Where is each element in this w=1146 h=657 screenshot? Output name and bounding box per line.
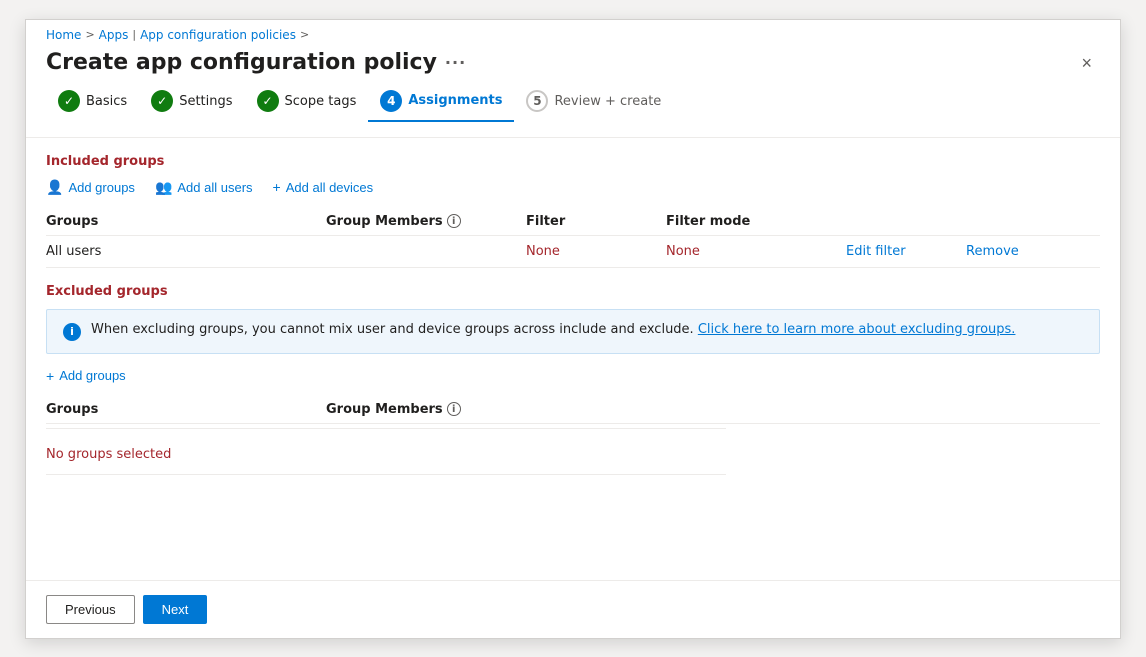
excluded-table-divider	[46, 428, 726, 429]
included-groups-title: Included groups	[46, 154, 1100, 169]
add-all-users-label: Add all users	[177, 180, 252, 195]
breadcrumb-apps[interactable]: Apps	[99, 28, 129, 42]
step-assignments-circle: 4	[380, 90, 402, 112]
included-table-header: Groups Group Members i Filter Filter mod…	[46, 208, 1100, 236]
header-remove	[966, 214, 1046, 229]
main-content: Included groups 👤 Add groups 👥 Add all u…	[26, 138, 1120, 580]
step-basics-label: Basics	[86, 94, 127, 109]
included-groups-action-bar: 👤 Add groups 👥 Add all users + Add all d…	[46, 179, 1100, 196]
close-button[interactable]: ×	[1073, 50, 1100, 76]
plus-icon: +	[273, 179, 281, 195]
step-scope-tags-circle: ✓	[257, 90, 279, 112]
step-settings[interactable]: ✓ Settings	[139, 90, 244, 120]
excluded-group-members-label: Group Members	[326, 402, 443, 417]
excluded-groups-table: Groups Group Members i No groups selecte…	[46, 396, 1100, 475]
previous-button[interactable]: Previous	[46, 595, 135, 624]
step-basics-circle: ✓	[58, 90, 80, 112]
step-settings-circle: ✓	[151, 90, 173, 112]
header-edit-filter	[846, 214, 966, 229]
excluded-plus-icon: +	[46, 368, 54, 384]
row-filter-mode: None	[666, 244, 846, 259]
step-review-circle: 5	[526, 90, 548, 112]
next-button[interactable]: Next	[143, 595, 208, 624]
step-settings-label: Settings	[179, 94, 232, 109]
group-members-info-icon[interactable]: i	[447, 214, 461, 228]
dialog-footer: Previous Next	[26, 580, 1120, 638]
breadcrumb: Home > Apps | App configuration policies…	[26, 20, 1120, 46]
add-all-devices-label: Add all devices	[286, 180, 373, 195]
info-banner-text: When excluding groups, you cannot mix us…	[91, 322, 1015, 337]
person-add-icon: 👤	[46, 179, 63, 196]
row-remove[interactable]: Remove	[966, 244, 1046, 259]
excluded-table-header: Groups Group Members i	[46, 396, 1100, 424]
page-title: Create app configuration policy	[46, 50, 437, 75]
excluded-header-groups: Groups	[46, 402, 326, 417]
people-icon: 👥	[155, 179, 172, 196]
excluded-groups-action-bar: + Add groups	[46, 368, 1100, 384]
more-options-button[interactable]: ···	[445, 53, 466, 72]
table-row: All users None None Edit filter Remove	[46, 236, 1100, 268]
page-title-container: Create app configuration policy ···	[46, 50, 466, 75]
dialog-header: Create app configuration policy ··· ×	[26, 46, 1120, 90]
row-group-name: All users	[46, 244, 326, 259]
excluded-groups-title: Excluded groups	[46, 284, 1100, 299]
row-edit-filter[interactable]: Edit filter	[846, 244, 966, 259]
add-groups-button[interactable]: 👤 Add groups	[46, 179, 135, 196]
step-assignments[interactable]: 4 Assignments	[368, 90, 514, 122]
excluded-header-group-members: Group Members i	[326, 402, 526, 417]
breadcrumb-sep3: >	[300, 28, 309, 41]
info-banner-link[interactable]: Click here to learn more about excluding…	[698, 322, 1016, 337]
row-filter: None	[526, 244, 666, 259]
header-group-members: Group Members i	[326, 214, 526, 229]
excluded-table-bottom-divider	[46, 474, 726, 475]
info-banner-static-text: When excluding groups, you cannot mix us…	[91, 322, 694, 337]
no-groups-text: No groups selected	[46, 439, 1100, 470]
breadcrumb-sep2: |	[132, 28, 136, 41]
step-scope-tags[interactable]: ✓ Scope tags	[245, 90, 369, 120]
step-assignments-label: Assignments	[408, 93, 502, 108]
header-filter: Filter	[526, 214, 666, 229]
step-review[interactable]: 5 Review + create	[514, 90, 673, 120]
info-banner: i When excluding groups, you cannot mix …	[46, 309, 1100, 354]
excluded-groups-section: Excluded groups i When excluding groups,…	[46, 284, 1100, 475]
excluded-group-members-info-icon[interactable]: i	[447, 402, 461, 416]
step-basics[interactable]: ✓ Basics	[46, 90, 139, 120]
breadcrumb-home[interactable]: Home	[46, 28, 81, 42]
steps-bar: ✓ Basics ✓ Settings ✓ Scope tags 4 Assig…	[26, 90, 1120, 138]
header-groups: Groups	[46, 214, 326, 229]
step-scope-tags-label: Scope tags	[285, 94, 357, 109]
excluded-add-groups-label: Add groups	[59, 368, 126, 383]
breadcrumb-policies[interactable]: App configuration policies	[140, 28, 296, 42]
add-all-users-button[interactable]: 👥 Add all users	[155, 179, 253, 196]
info-banner-icon: i	[63, 323, 81, 341]
header-filter-mode: Filter mode	[666, 214, 846, 229]
included-groups-table: Groups Group Members i Filter Filter mod…	[46, 208, 1100, 268]
add-all-devices-button[interactable]: + Add all devices	[273, 179, 374, 195]
add-groups-label: Add groups	[68, 180, 135, 195]
step-review-label: Review + create	[554, 94, 661, 109]
breadcrumb-sep1: >	[85, 28, 94, 41]
create-policy-dialog: Home > Apps | App configuration policies…	[25, 19, 1121, 639]
excluded-add-groups-button[interactable]: + Add groups	[46, 368, 126, 384]
group-members-label: Group Members	[326, 214, 443, 229]
